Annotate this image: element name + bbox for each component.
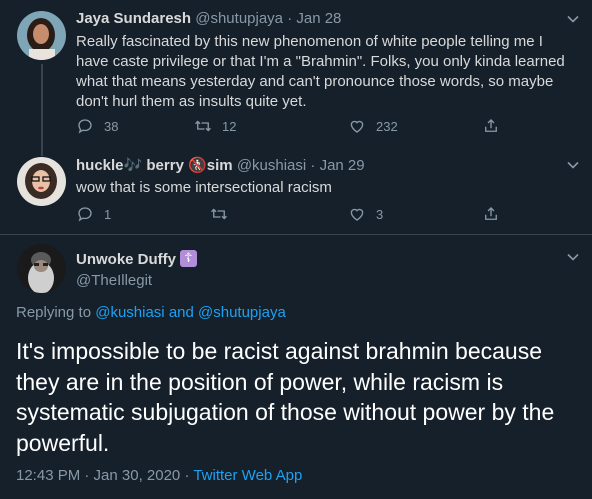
- avatar[interactable]: [17, 244, 66, 293]
- tweet-text: Really fascinated by this new phenomenon…: [76, 33, 565, 110]
- reply-button[interactable]: 38: [76, 117, 118, 135]
- share-button[interactable]: [482, 117, 510, 135]
- retweet-button[interactable]: 12: [194, 117, 236, 135]
- retweet-icon: [211, 208, 227, 220]
- chevron-down-icon[interactable]: [566, 250, 580, 264]
- main-tweet-text: It's impossible to be racist against bra…: [16, 338, 555, 456]
- tweet-header: Jaya Sundaresh @shutupjaya · Jan 28: [76, 10, 342, 27]
- share-icon: [485, 119, 497, 132]
- tweet-source-link[interactable]: Twitter Web App: [193, 467, 302, 484]
- tweet-timestamp[interactable]: 12:43 PM · Jan 30, 2020 ·: [16, 467, 193, 484]
- tweet-date[interactable]: Jan 29: [320, 157, 365, 174]
- tweet-date[interactable]: Jan 28: [296, 10, 341, 27]
- reply-button[interactable]: 1: [76, 205, 111, 223]
- reply-mention-link[interactable]: @kushiasi: [95, 304, 164, 321]
- share-icon: [485, 207, 497, 220]
- tweet-actions: 38 12 232: [76, 117, 506, 137]
- tweet-text: wow that is some intersectional racism: [76, 179, 332, 196]
- avatar[interactable]: [17, 157, 66, 206]
- retweet-count: 12: [222, 118, 237, 134]
- no-pedestrians-emoji: 🚷: [188, 157, 207, 174]
- reply-count: 1: [104, 206, 112, 222]
- tweet-huckleberry[interactable]: huckle🎶 berry 🚷sim @kushiasi · Jan 29 wo…: [0, 146, 592, 234]
- retweet-button[interactable]: [210, 205, 238, 223]
- main-tweet-header: Unwoke Duffy ☦: [76, 250, 198, 268]
- avatar[interactable]: [17, 11, 66, 60]
- share-button[interactable]: [482, 205, 510, 223]
- music-emoji: 🎶: [123, 157, 143, 174]
- tweet-actions: 1 3: [76, 205, 506, 225]
- display-name[interactable]: Unwoke Duffy: [76, 251, 176, 268]
- like-icon: [350, 120, 364, 133]
- display-name[interactable]: Jaya Sundaresh: [76, 10, 191, 27]
- chevron-down-icon[interactable]: [566, 12, 580, 26]
- like-count: 3: [376, 206, 384, 222]
- chevron-down-icon[interactable]: [566, 158, 580, 172]
- reply-mention-link[interactable]: @shutupjaya: [198, 304, 286, 321]
- display-name[interactable]: huckle🎶 berry 🚷sim: [76, 157, 233, 174]
- like-button[interactable]: 232: [348, 117, 398, 135]
- reply-count: 38: [104, 118, 119, 134]
- thread-line: [41, 146, 43, 156]
- thread-line: [41, 64, 43, 148]
- handle[interactable]: @kushiasi: [237, 157, 306, 174]
- replying-to: Replying to @kushiasi and @shutupjaya: [16, 304, 286, 321]
- reply-icon: [78, 119, 92, 134]
- tweet-meta: 12:43 PM · Jan 30, 2020 · Twitter Web Ap…: [16, 467, 302, 484]
- like-icon: [350, 208, 364, 221]
- like-button[interactable]: 3: [348, 205, 383, 223]
- orthodox-cross-badge-icon: ☦: [180, 250, 198, 267]
- like-count: 232: [376, 118, 398, 134]
- tweet-jaya[interactable]: Jaya Sundaresh @shutupjaya · Jan 28 Real…: [0, 0, 592, 148]
- handle[interactable]: @TheIllegit: [76, 272, 152, 289]
- handle[interactable]: @shutupjaya: [195, 10, 283, 27]
- tweet-header: huckle🎶 berry 🚷sim @kushiasi · Jan 29: [76, 157, 365, 174]
- retweet-icon: [195, 120, 211, 132]
- reply-icon: [78, 207, 92, 222]
